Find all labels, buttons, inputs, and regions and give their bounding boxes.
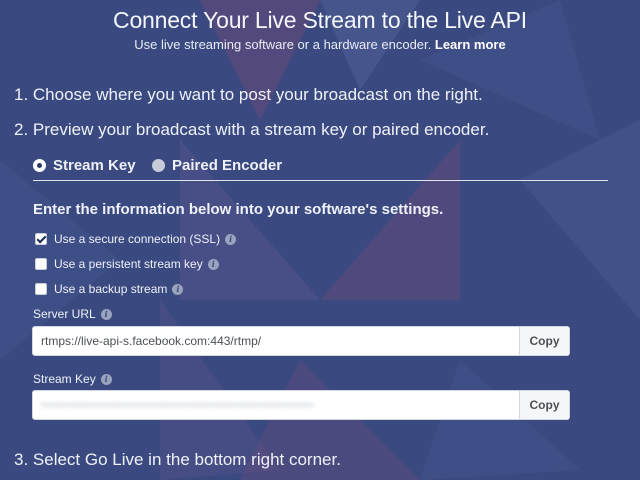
step-3-text: 3. Select Go Live in the bottom right co… xyxy=(14,450,341,469)
tab-stream-key[interactable]: Stream Key xyxy=(33,157,136,174)
persistent-key-option[interactable]: Use a persistent stream key i xyxy=(35,257,219,271)
subtitle-text: Use live streaming software or a hardwar… xyxy=(134,37,432,52)
copy-stream-key-button[interactable]: Copy xyxy=(519,391,569,419)
tab-stream-key-label: Stream Key xyxy=(53,157,136,174)
tab-paired-encoder[interactable]: Paired Encoder xyxy=(152,157,282,174)
step-2-text: 2. Preview your broadcast with a stream … xyxy=(14,120,490,139)
server-url-label: Server URL i xyxy=(33,307,112,321)
learn-more-link[interactable]: Learn more xyxy=(435,37,506,52)
tab-paired-encoder-label: Paired Encoder xyxy=(172,157,283,174)
info-icon[interactable]: i xyxy=(225,233,237,245)
server-url-label-text: Server URL xyxy=(33,307,96,321)
stream-key-input[interactable]: ••••••••••••••••••••••••••••••••••••••••… xyxy=(33,391,519,419)
persistent-key-checkbox[interactable] xyxy=(35,258,47,270)
radio-unselected-icon xyxy=(152,159,165,172)
ssl-checkbox[interactable] xyxy=(35,233,47,245)
stream-key-label: Stream Key i xyxy=(33,372,112,386)
server-url-field: rtmps://live-api-s.facebook.com:443/rtmp… xyxy=(32,326,570,356)
info-icon[interactable]: i xyxy=(100,308,112,320)
page-title: Connect Your Live Stream to the Live API xyxy=(113,7,527,33)
persistent-key-option-label: Use a persistent stream key xyxy=(54,257,203,271)
live-api-setup-panel: Connect Your Live Stream to the Live API… xyxy=(0,0,640,480)
page-subtitle: Use live streaming software or a hardwar… xyxy=(0,37,640,52)
info-icon[interactable]: i xyxy=(172,283,184,295)
server-url-input[interactable]: rtmps://live-api-s.facebook.com:443/rtmp… xyxy=(33,327,519,355)
backup-stream-option[interactable]: Use a backup stream i xyxy=(35,282,184,296)
backup-stream-option-label: Use a backup stream xyxy=(54,282,168,296)
info-icon[interactable]: i xyxy=(100,373,112,385)
settings-heading: Enter the information below into your so… xyxy=(33,201,444,218)
ssl-option-label: Use a secure connection (SSL) xyxy=(54,232,221,246)
stream-key-field: ••••••••••••••••••••••••••••••••••••••••… xyxy=(32,390,570,420)
ssl-option[interactable]: Use a secure connection (SSL) i xyxy=(35,232,237,246)
copy-server-url-button[interactable]: Copy xyxy=(519,327,569,355)
radio-selected-icon xyxy=(33,159,46,172)
stream-key-label-text: Stream Key xyxy=(33,372,96,386)
backup-stream-checkbox[interactable] xyxy=(35,283,47,295)
tab-divider xyxy=(33,180,608,181)
info-icon[interactable]: i xyxy=(207,258,219,270)
step-1-text: 1. Choose where you want to post your br… xyxy=(14,85,483,104)
